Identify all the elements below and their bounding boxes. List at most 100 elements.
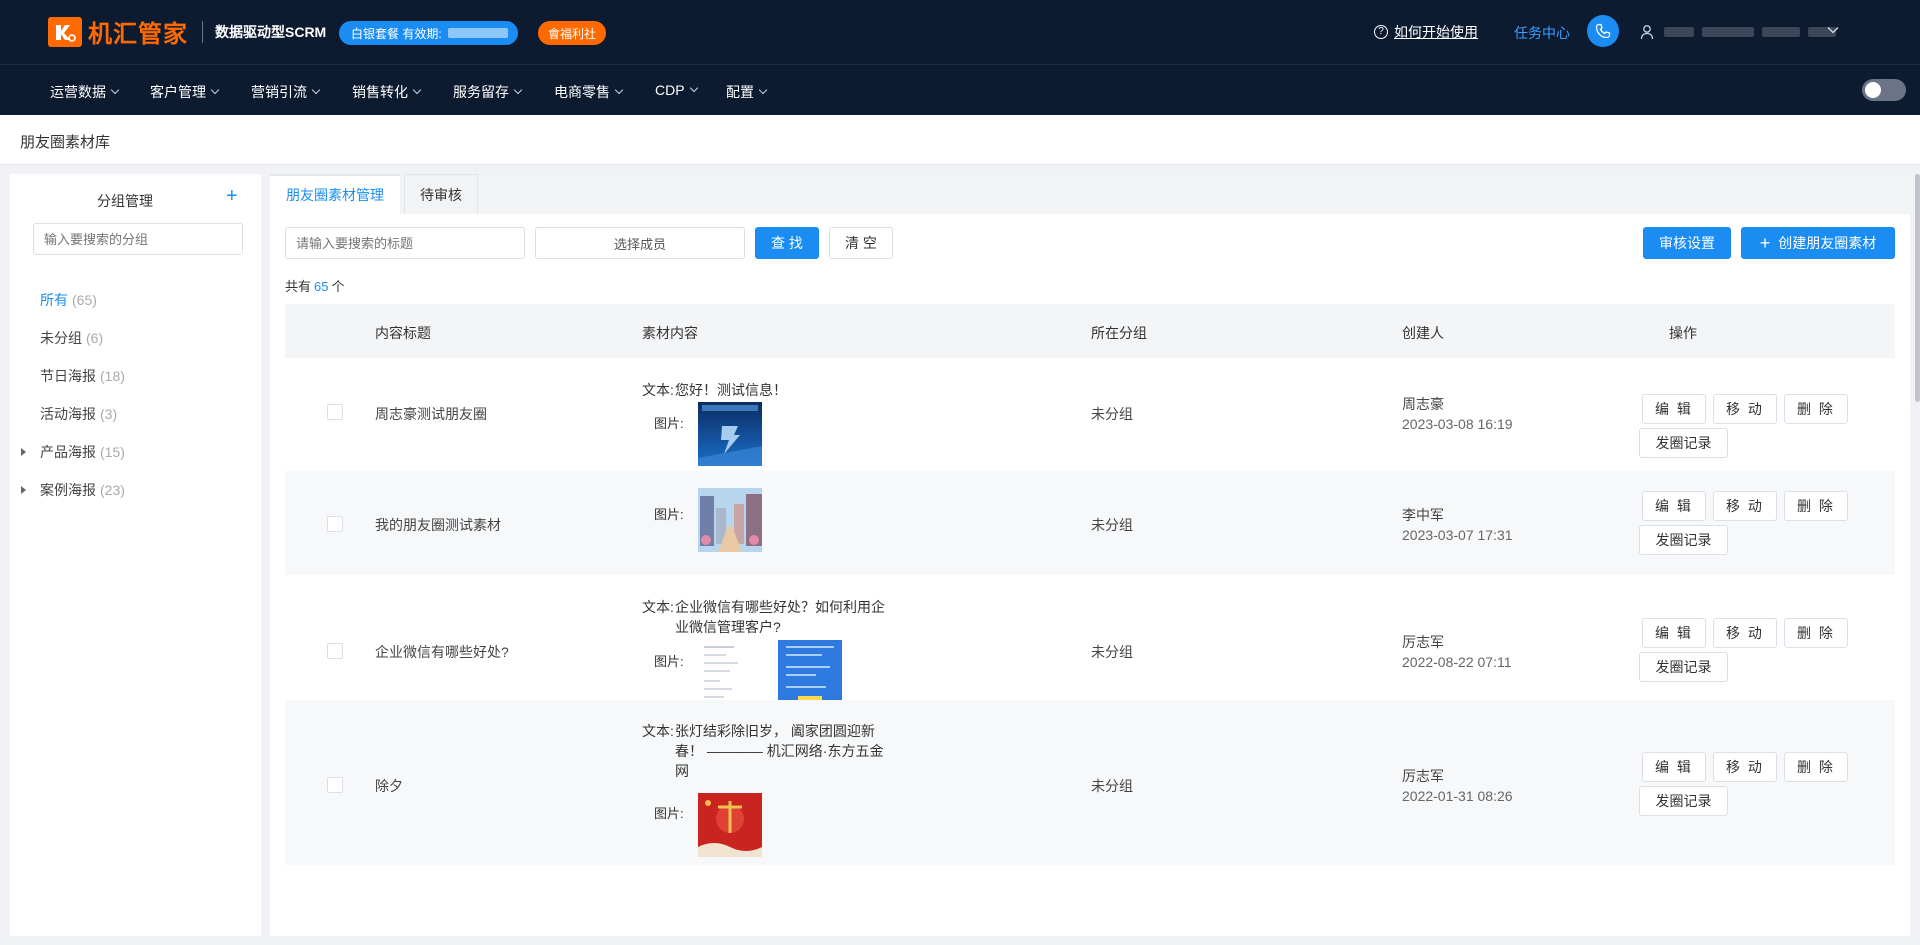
group-item-ungrouped[interactable]: 未分组 (6)	[10, 323, 261, 353]
text-label: 文本:	[642, 599, 674, 615]
caret-right-icon[interactable]	[21, 448, 26, 456]
tagline: 数据驱动型SCRM	[215, 23, 327, 40]
group-search-input[interactable]	[33, 223, 243, 255]
phone-button[interactable]	[1587, 15, 1619, 47]
nav-label: 配置	[726, 84, 754, 100]
delete-button[interactable]: 删 除	[1784, 491, 1848, 521]
group-label: 节日海报	[40, 368, 96, 384]
nav-label: 营销引流	[251, 84, 307, 100]
nav-item-settings[interactable]: 配置	[726, 82, 768, 102]
group-panel: 分组管理 + 所有(65) 未分组(6) 节日海报(18) 活动海报(3) 产品…	[10, 174, 261, 936]
create-material-label: 创建朋友圈素材	[1778, 235, 1877, 251]
chevron-down-icon	[210, 85, 220, 95]
text-label: 文本:	[642, 382, 674, 398]
edit-button[interactable]: 编 辑	[1642, 394, 1706, 424]
group-count: (6)	[86, 330, 104, 346]
help-icon: ?	[1374, 25, 1388, 39]
toggle-knob	[1865, 82, 1881, 98]
delete-button[interactable]: 删 除	[1784, 394, 1848, 424]
row-checkbox[interactable]	[327, 404, 343, 420]
group-count: (3)	[100, 406, 118, 422]
review-settings-button[interactable]: 审核设置	[1643, 227, 1731, 259]
group-label: 案例海报	[40, 482, 96, 498]
row-text: 文本: 张灯结彩除旧岁， 阖家团圆迎新春！ ———— 机汇网络·东方五金网	[642, 721, 892, 781]
nav-label: 销售转化	[352, 84, 408, 100]
post-history-button[interactable]: 发圈记录	[1639, 652, 1728, 682]
row-group: 未分组	[1091, 406, 1133, 422]
member-select[interactable]: 选择成员	[535, 227, 745, 259]
user-name-redacted[interactable]	[1664, 27, 1836, 37]
nav-label: 客户管理	[150, 84, 206, 100]
nav-item-cdp[interactable]: CDP	[655, 82, 698, 98]
col-creator: 创建人	[1402, 325, 1444, 341]
chevron-down-icon	[110, 85, 120, 95]
add-group-icon[interactable]: +	[226, 186, 238, 206]
welfare-label: 會福利社	[548, 26, 597, 41]
group-item-activity[interactable]: 活动海报 (3)	[10, 399, 261, 429]
group-item-product[interactable]: 产品海报 (15)	[10, 437, 261, 467]
task-center-link[interactable]: 任务中心	[1514, 23, 1570, 43]
tab-material-management[interactable]: 朋友圈素材管理	[270, 174, 400, 214]
row-checkbox[interactable]	[327, 516, 343, 532]
move-button[interactable]: 移 动	[1713, 752, 1777, 782]
clear-button[interactable]: 清 空	[829, 227, 893, 259]
post-history-button[interactable]: 发圈记录	[1639, 428, 1728, 458]
nav-item-sales[interactable]: 销售转化	[352, 82, 422, 102]
thumbnail-image[interactable]	[698, 488, 762, 552]
post-history-button[interactable]: 发圈记录	[1639, 525, 1728, 555]
text-body: 您好！测试信息！	[675, 382, 787, 398]
thumbnail-image[interactable]	[778, 640, 842, 704]
group-item-all[interactable]: 所有 (65)	[10, 285, 261, 315]
total-count: 共有 65 个	[285, 276, 345, 295]
group-item-case[interactable]: 案例海报 (23)	[10, 475, 261, 505]
move-button[interactable]: 移 动	[1713, 394, 1777, 424]
caret-right-icon[interactable]	[21, 486, 26, 494]
nav-item-marketing[interactable]: 营销引流	[251, 82, 321, 102]
move-button[interactable]: 移 动	[1713, 618, 1777, 648]
chevron-down-icon[interactable]	[1826, 23, 1840, 37]
group-panel-title: 分组管理	[97, 193, 153, 209]
edit-button[interactable]: 编 辑	[1642, 491, 1706, 521]
plus-icon: +	[1759, 233, 1771, 253]
row-checkbox[interactable]	[327, 643, 343, 659]
nav-item-operations[interactable]: 运营数据	[50, 82, 120, 102]
post-history-button[interactable]: 发圈记录	[1639, 786, 1728, 816]
page-scrollbar[interactable]	[1915, 174, 1920, 402]
row-checkbox[interactable]	[327, 777, 343, 793]
main-nav: 运营数据 客户管理 营销引流 销售转化 服务留存 电商零售 CDP 配置	[0, 64, 1920, 115]
theme-toggle[interactable]	[1862, 79, 1906, 101]
total-suffix: 个	[331, 279, 345, 294]
create-material-button[interactable]: + 创建朋友圈素材	[1741, 227, 1895, 259]
thumbnail-image[interactable]	[698, 793, 762, 857]
row-group: 未分组	[1091, 778, 1133, 794]
creator-name: 周志豪	[1402, 396, 1444, 412]
row-title: 周志豪测试朋友圈	[375, 406, 487, 422]
move-button[interactable]: 移 动	[1713, 491, 1777, 521]
nav-item-ecommerce[interactable]: 电商零售	[554, 82, 624, 102]
nav-label: CDP	[655, 82, 685, 98]
welfare-badge[interactable]: 會福利社	[538, 21, 607, 45]
nav-item-customers[interactable]: 客户管理	[150, 82, 220, 102]
row-creator: 厉志军 2022-08-22 07:11	[1402, 632, 1512, 672]
tab-bar: 朋友圈素材管理 待审核	[270, 174, 1910, 214]
row-text: 文本: 企业微信有哪些好处？如何利用企业微信管理客户?	[642, 597, 892, 637]
delete-button[interactable]: 删 除	[1784, 618, 1848, 648]
title-search-input[interactable]	[285, 227, 525, 259]
nav-item-service[interactable]: 服务留存	[453, 82, 523, 102]
thumbnail-image[interactable]	[698, 640, 762, 704]
group-item-holiday[interactable]: 节日海报 (18)	[10, 361, 261, 391]
col-title: 内容标题	[375, 325, 431, 341]
edit-button[interactable]: 编 辑	[1642, 752, 1706, 782]
search-button[interactable]: 查 找	[755, 227, 819, 259]
col-content: 素材内容	[642, 325, 698, 341]
edit-button[interactable]: 编 辑	[1642, 618, 1706, 648]
delete-button[interactable]: 删 除	[1784, 752, 1848, 782]
tab-pending-review[interactable]: 待审核	[404, 174, 478, 214]
thumbnail-image[interactable]	[698, 402, 762, 466]
group-label: 所有	[40, 292, 68, 308]
image-label: 图片:	[654, 654, 684, 669]
help-link[interactable]: ? 如何开始使用	[1374, 22, 1478, 42]
row-title: 企业微信有哪些好处?	[375, 644, 509, 660]
logo[interactable]: 机汇管家 数据驱动型SCRM	[48, 14, 326, 49]
plan-badge[interactable]: 白银套餐 有效期:	[339, 21, 518, 45]
